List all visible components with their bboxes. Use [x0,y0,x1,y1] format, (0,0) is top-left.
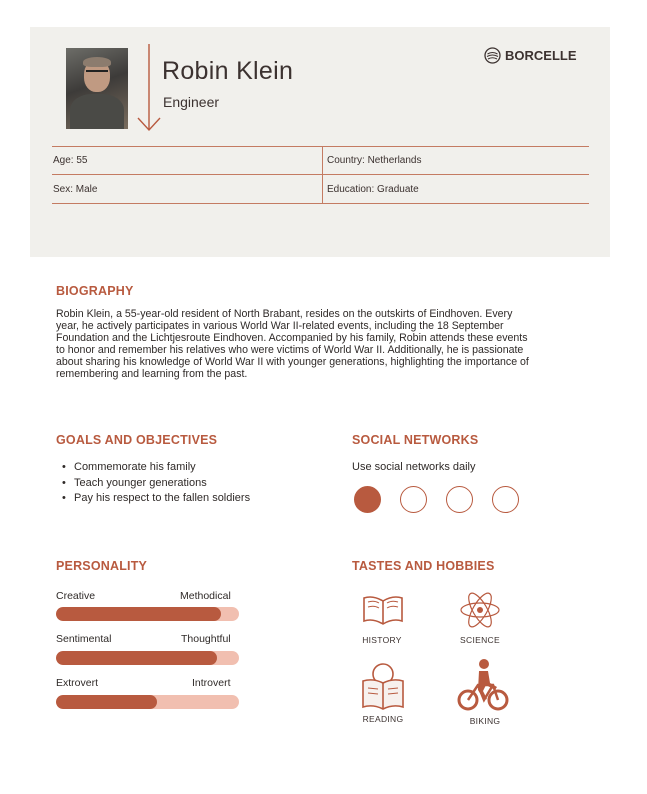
brand-logo: BORCELLE [484,47,577,64]
personality-heading: PERSONALITY [56,559,148,573]
hobby-label: READING [362,714,404,724]
hobby-label: BIKING [469,716,501,726]
trait-bar-fill [56,607,221,621]
trait-bar [56,695,239,709]
profile-role: Engineer [163,94,220,110]
hobby-label: HISTORY [362,635,402,645]
rating-circle-empty [400,486,427,513]
atom-icon [460,592,500,628]
table-divider [52,146,589,147]
hobby-label: SCIENCE [460,635,500,645]
table-divider [52,174,589,175]
biography-heading: BIOGRAPHY [56,284,134,298]
trait-bar-fill [56,695,157,709]
trait-right-label: Thoughtful [181,633,231,645]
brand-mark-icon [484,47,501,64]
open-book-icon [363,596,403,625]
trait-left-label: Extrovert [56,677,99,689]
profile-photo [66,48,128,129]
goals-heading: GOALS AND OBJECTIVES [56,433,218,447]
rating-circle-empty [446,486,473,513]
country-field: Country: Netherlands [327,155,422,166]
sex-field: Sex: Male [53,184,98,195]
trait-left-label: Sentimental [56,633,112,645]
trait-bar [56,607,239,621]
trait-right-label: Introvert [192,677,231,689]
list-item: Commemorate his family [62,460,262,476]
rating-circle-filled [354,486,381,513]
biography-text: Robin Klein, a 55-year-old resident of N… [56,308,529,381]
profile-name: Robin Klein [162,57,294,85]
arrow-down-icon [137,44,161,132]
list-item: Pay his respect to the fallen soldiers [62,491,262,507]
trait-bar [56,651,239,665]
rating-circle-empty [492,486,519,513]
trait-bar-fill [56,651,218,665]
table-column-divider [322,146,323,204]
hobbies-heading: TASTES AND HOBBIES [352,559,495,573]
age-field: Age: 55 [53,155,88,166]
education-field: Education: Graduate [327,184,419,195]
brand-name: BORCELLE [505,48,577,63]
table-divider [52,203,589,204]
social-usage-text: Use social networks daily [352,461,476,473]
reading-person-icon [362,663,404,710]
list-item: Teach younger generations [62,476,262,492]
trait-right-label: Methodical [180,590,231,602]
trait-left-label: Creative [56,590,96,602]
goals-list: Commemorate his family Teach younger gen… [62,460,262,507]
social-heading: SOCIAL NETWORKS [352,433,479,447]
cyclist-icon [457,659,509,711]
